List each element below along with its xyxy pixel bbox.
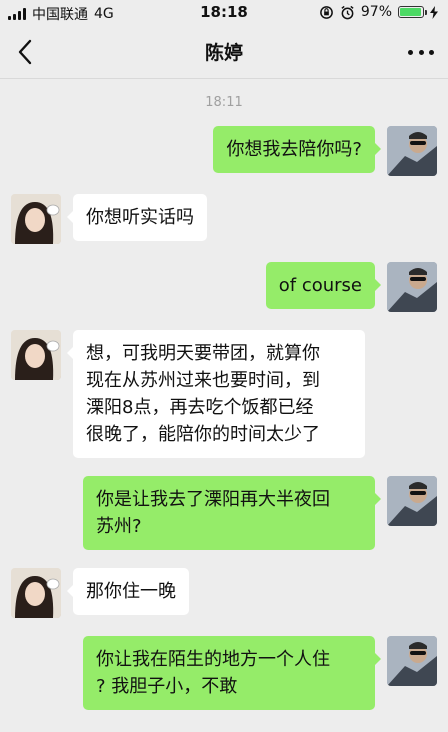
message-sent: of course: [11, 262, 437, 312]
message-bubble[interactable]: 你让我在陌生的地方一个人住 ? 我胆子小，不敢: [83, 636, 381, 710]
message-sent: 你让我在陌生的地方一个人住 ? 我胆子小，不敢: [11, 636, 437, 710]
more-button[interactable]: [408, 40, 434, 64]
message-line: 苏州?: [96, 516, 142, 537]
avatar-self[interactable]: [387, 262, 437, 312]
battery-icon: [398, 6, 427, 18]
message-bubble[interactable]: 你想听实话吗: [67, 194, 207, 241]
status-bar: 中国联通 4G 18:18 97%: [0, 0, 448, 26]
message-bubble[interactable]: 想，可我明天要带团，就算你 现在从苏州过来也要时间，到 溧阳8点，再去吃个饭都已…: [67, 330, 365, 458]
avatar-contact[interactable]: [11, 568, 61, 618]
status-right: 97%: [319, 4, 438, 20]
message-line: 溧阳8点，再去吃个饭都已经: [86, 397, 314, 418]
message-bubble[interactable]: 你是让我去了溧阳再大半夜回 苏州?: [83, 476, 381, 550]
chat-area[interactable]: 18:11 你想我去陪你吗? 你想听实话吗 of course 想，可我明天要带…: [0, 79, 448, 732]
rotation-lock-icon: [320, 5, 333, 19]
battery-percent: 97%: [360, 4, 392, 20]
self-photo: [387, 476, 437, 526]
avatar-self[interactable]: [387, 126, 437, 176]
message-received: 你想听实话吗: [11, 194, 437, 244]
avatar-self[interactable]: [387, 476, 437, 526]
self-photo: [387, 262, 437, 312]
message-timestamp: 18:11: [205, 95, 243, 110]
message-line: ? 我胆子小，不敢: [96, 676, 238, 697]
contact-photo: [11, 330, 61, 380]
message-line: 想，可我明天要带团，就算你: [86, 343, 320, 364]
message-received: 想，可我明天要带团，就算你 现在从苏州过来也要时间，到 溧阳8点，再去吃个饭都已…: [11, 330, 437, 458]
nav-bar: 陈婷: [0, 26, 448, 79]
chat-title: 陈婷: [204, 42, 243, 64]
avatar-contact[interactable]: [11, 194, 61, 244]
charging-icon: [430, 5, 438, 19]
self-photo: [387, 636, 437, 686]
avatar-contact[interactable]: [11, 330, 61, 380]
contact-photo: [11, 194, 61, 244]
message-sent: 你是让我去了溧阳再大半夜回 苏州?: [11, 476, 437, 550]
avatar-self[interactable]: [387, 636, 437, 686]
message-line: 你让我在陌生的地方一个人住: [96, 649, 330, 670]
message-bubble[interactable]: of course: [265, 262, 382, 309]
message-line: 很晚了，能陪你的时间太少了: [86, 424, 320, 445]
more-dots-icon: [408, 49, 413, 55]
message-line: 你是让我去了溧阳再大半夜回: [96, 489, 330, 510]
message-received: 那你住一晚: [11, 568, 437, 618]
message-bubble[interactable]: 那你住一晚: [67, 568, 189, 615]
message-sent: 你想我去陪你吗?: [11, 126, 437, 176]
message-line: 现在从苏州过来也要时间，到: [86, 370, 320, 391]
message-bubble[interactable]: 你想我去陪你吗?: [213, 126, 381, 173]
self-photo: [387, 126, 437, 176]
contact-photo: [11, 568, 61, 618]
alarm-icon: [341, 5, 354, 19]
